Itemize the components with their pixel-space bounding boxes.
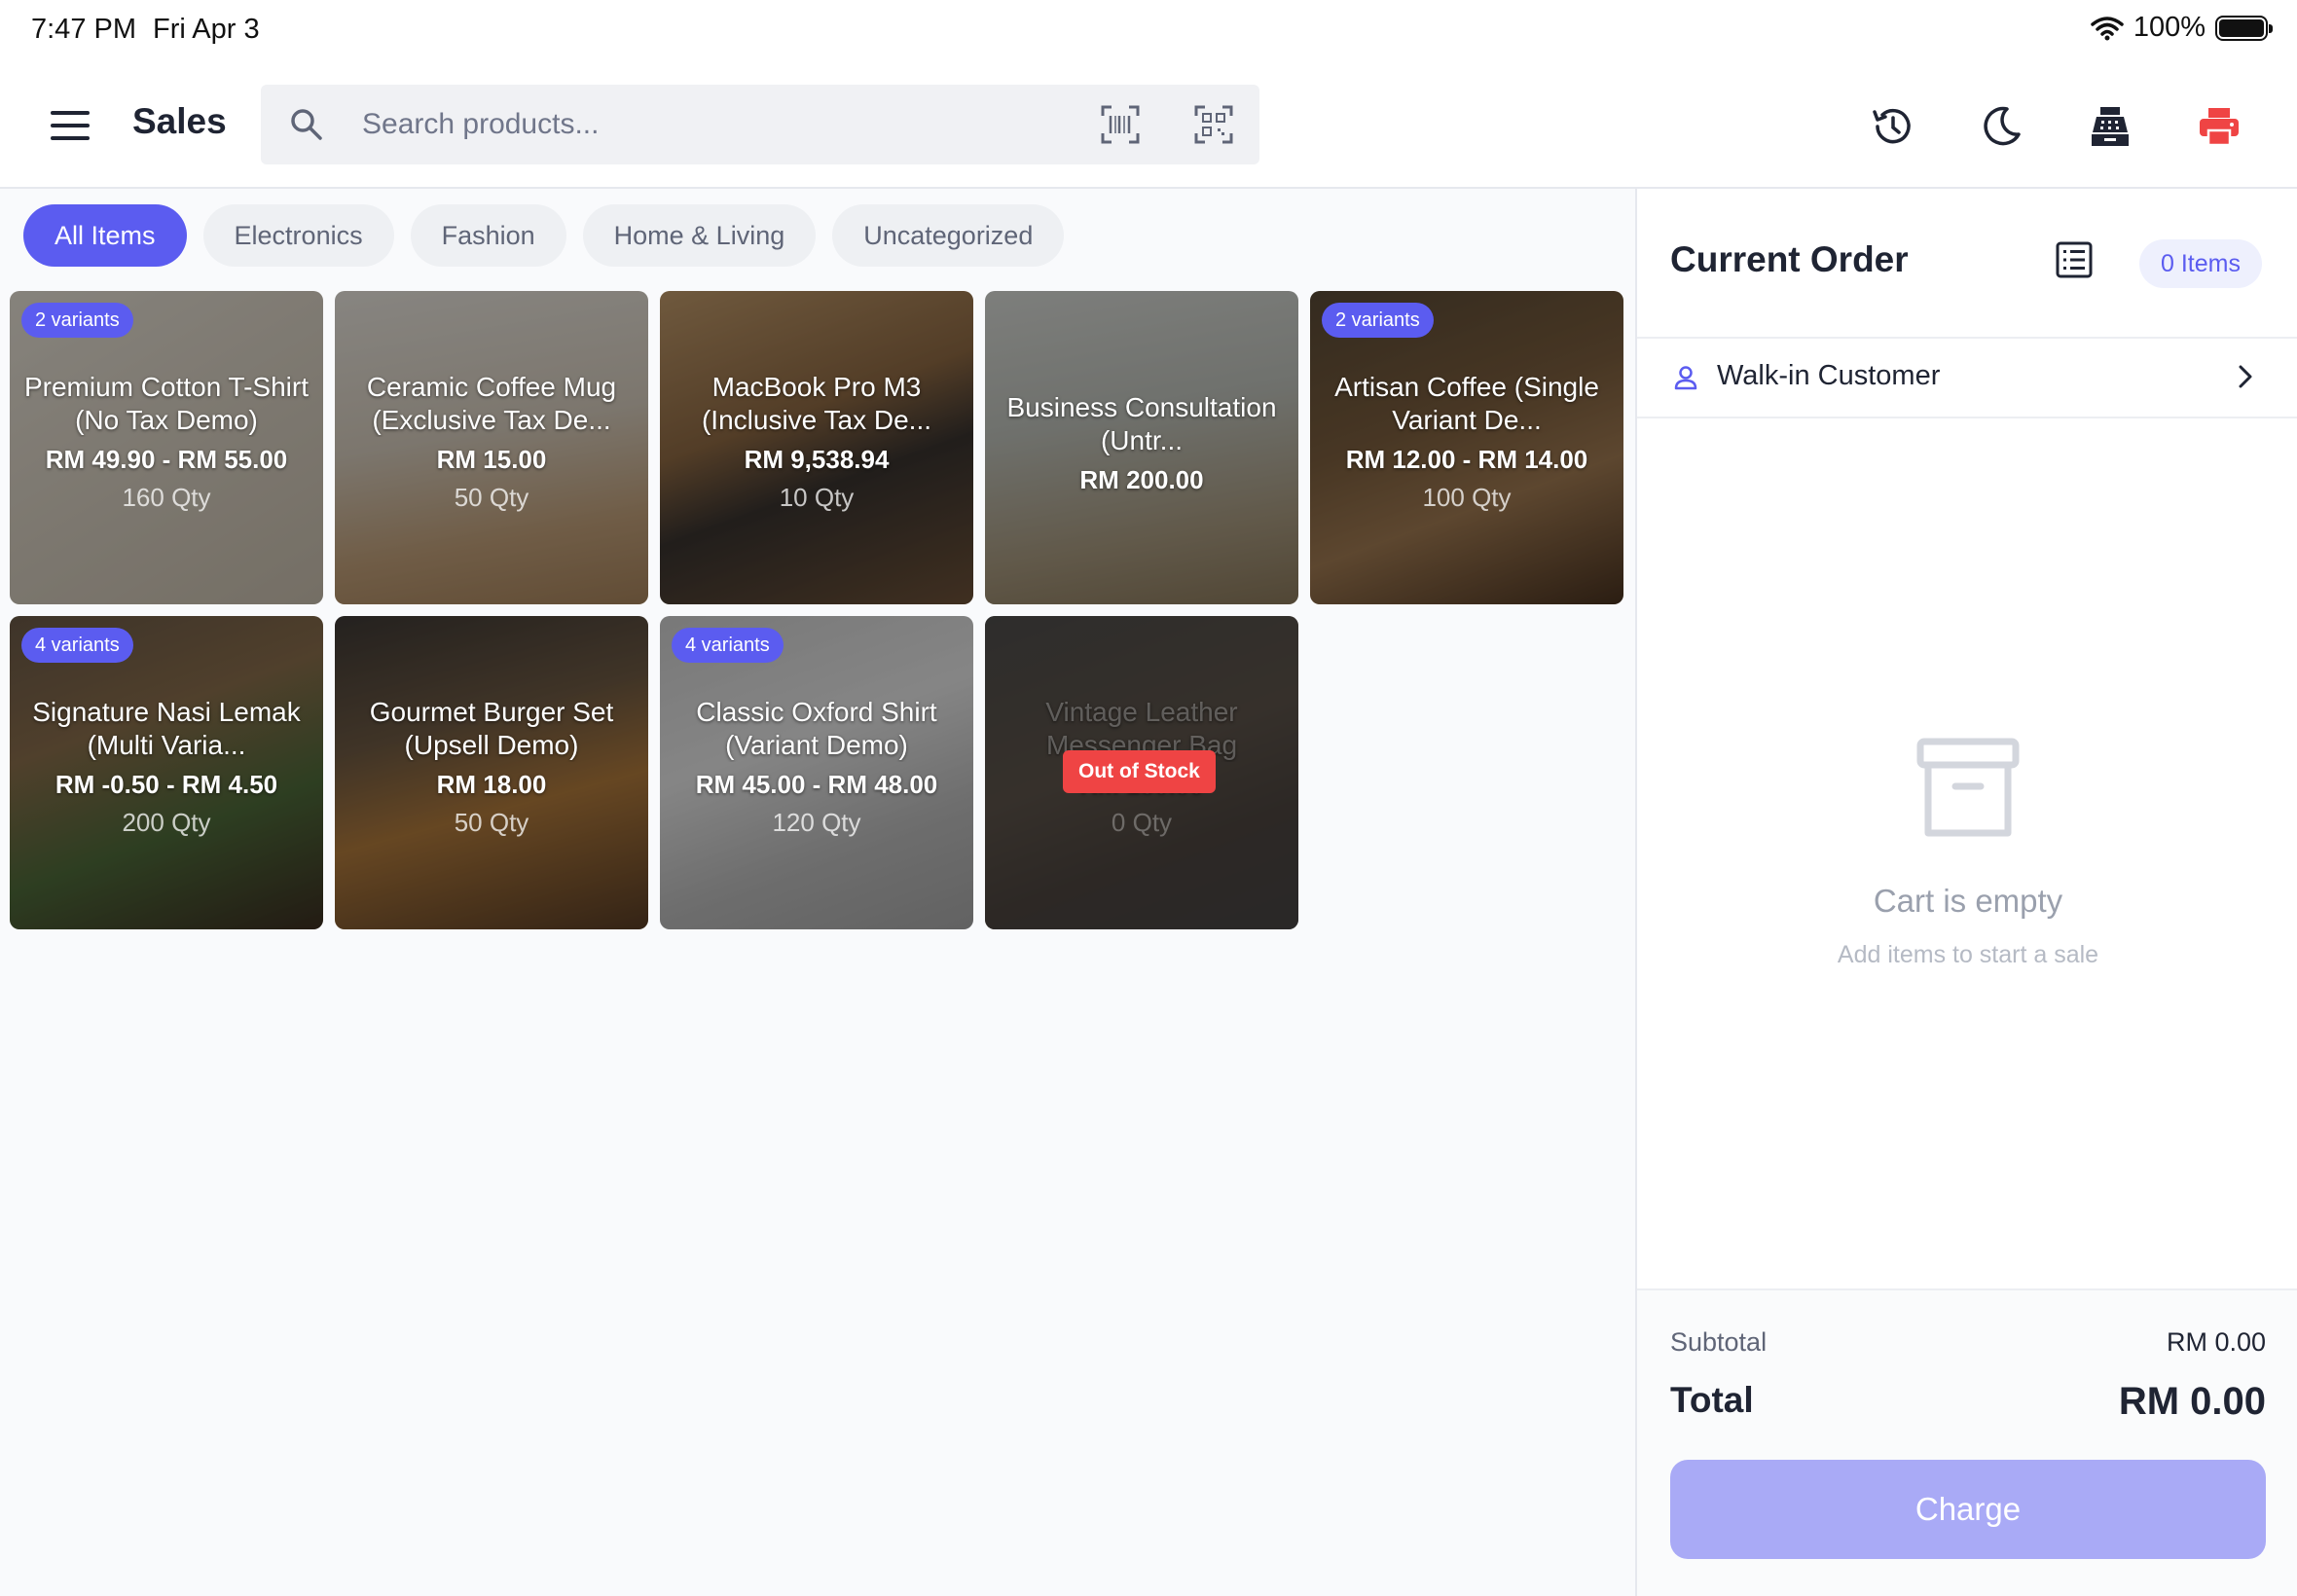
- battery-percent: 100%: [2133, 12, 2206, 43]
- chevron-right-icon: [2239, 365, 2252, 388]
- charge-button[interactable]: Charge: [1670, 1460, 2266, 1559]
- category-tabs: All Items Electronics Fashion Home & Liv…: [23, 204, 1065, 267]
- category-electronics[interactable]: Electronics: [202, 204, 394, 267]
- empty-cart-title: Cart is empty: [1873, 883, 2063, 919]
- battery-icon: [2215, 15, 2273, 41]
- dark-mode-icon[interactable]: [1978, 103, 2024, 150]
- order-pane: Current Order 0 Items Walk-in Customer C…: [1635, 189, 2297, 1596]
- product-name: Gourmet Burger Set (Upsell Demo): [369, 697, 614, 760]
- product-name: Signature Nasi Lemak (Multi Varia...: [32, 697, 301, 760]
- product-card-out-of-stock[interactable]: Out of Stock Vintage Leather Messenger B…: [985, 616, 1298, 929]
- product-name: Ceramic Coffee Mug (Exclusive Tax De...: [366, 372, 617, 435]
- items-count-badge: 0 Items: [2139, 239, 2262, 288]
- status-time: 7:47 PM: [31, 14, 136, 45]
- wifi-icon: [2091, 16, 2124, 40]
- qr-scan-icon[interactable]: [1193, 104, 1234, 145]
- history-icon[interactable]: [1869, 103, 1915, 150]
- category-fashion[interactable]: Fashion: [410, 204, 566, 267]
- product-grid: 2 variants Premium Cotton T-Shirt (No Ta…: [10, 291, 1623, 929]
- product-name: Artisan Coffee (Single Variant De...: [1334, 372, 1599, 435]
- product-qty: 50 Qty: [454, 808, 529, 837]
- barcode-scan-icon[interactable]: [1100, 104, 1141, 145]
- product-card[interactable]: 4 variants Signature Nasi Lemak (Multi V…: [10, 616, 323, 929]
- total-label: Total: [1670, 1380, 1754, 1420]
- status-date: Fri Apr 3: [153, 14, 260, 45]
- product-price: RM 49.90 - RM 55.00: [45, 445, 288, 474]
- menu-button[interactable]: [41, 105, 99, 146]
- product-card[interactable]: Gourmet Burger Set (Upsell Demo) RM 18.0…: [335, 616, 648, 929]
- product-card[interactable]: Business Consultation (Untr... RM 200.00: [985, 291, 1298, 604]
- order-summary: Subtotal RM 0.00 Total RM 0.00 Charge: [1637, 1288, 2297, 1596]
- product-card[interactable]: 2 variants Premium Cotton T-Shirt (No Ta…: [10, 291, 323, 604]
- category-home-living[interactable]: Home & Living: [582, 204, 817, 267]
- status-bar: 7:47 PM Fri Apr 3 100%: [0, 0, 2297, 62]
- product-card[interactable]: MacBook Pro M3 (Inclusive Tax De... RM 9…: [660, 291, 973, 604]
- customer-name: Walk-in Customer: [1717, 360, 1941, 391]
- product-qty: 100 Qty: [1422, 483, 1512, 512]
- archive-box-icon: [1916, 738, 2020, 837]
- printer-icon[interactable]: [2196, 103, 2242, 150]
- product-qty: 160 Qty: [122, 483, 211, 512]
- subtotal-label: Subtotal: [1670, 1327, 1768, 1357]
- product-qty: 200 Qty: [122, 808, 211, 837]
- product-name: Premium Cotton T-Shirt (No Tax Demo): [23, 372, 310, 435]
- product-price: RM 9,538.94: [744, 445, 890, 474]
- out-of-stock-badge: Out of Stock: [1063, 750, 1216, 793]
- order-list-icon[interactable]: [2054, 239, 2095, 280]
- product-name: Classic Oxford Shirt (Variant Demo): [696, 697, 937, 760]
- product-qty: 0 Qty: [1111, 808, 1173, 837]
- product-card[interactable]: Ceramic Coffee Mug (Exclusive Tax De... …: [335, 291, 648, 604]
- divider: [1637, 417, 2297, 418]
- product-qty: 120 Qty: [772, 808, 861, 837]
- customer-selector[interactable]: Walk-in Customer: [1637, 339, 2297, 417]
- product-card[interactable]: 4 variants Classic Oxford Shirt (Variant…: [660, 616, 973, 929]
- empty-cart: Cart is empty Add items to start a sale: [1637, 734, 2297, 969]
- product-qty: 50 Qty: [454, 483, 529, 512]
- total-value: RM 0.00: [2118, 1380, 2266, 1423]
- product-price: RM 15.00: [436, 445, 547, 474]
- product-price: RM 200.00: [1079, 465, 1204, 494]
- status-indicators: 100%: [2091, 12, 2273, 44]
- search-icon: [291, 109, 322, 140]
- app-header: Sales: [0, 62, 2297, 189]
- product-qty: 10 Qty: [779, 483, 855, 512]
- page-title: Sales: [132, 101, 227, 141]
- product-price: RM 18.00: [436, 770, 547, 799]
- subtotal-value: RM 0.00: [2166, 1327, 2266, 1357]
- product-price: RM 45.00 - RM 48.00: [695, 770, 938, 799]
- search-input[interactable]: [362, 85, 946, 164]
- empty-cart-subtitle: Add items to start a sale: [1837, 941, 2099, 968]
- person-icon: [1674, 366, 1697, 390]
- search-bar[interactable]: [261, 85, 1259, 164]
- category-all-items[interactable]: All Items: [23, 204, 187, 267]
- product-price: RM -0.50 - RM 4.50: [55, 770, 278, 799]
- category-uncategorized[interactable]: Uncategorized: [832, 204, 1065, 267]
- product-price: RM 12.00 - RM 14.00: [1345, 445, 1588, 474]
- products-pane: All Items Electronics Fashion Home & Liv…: [0, 189, 1635, 1596]
- product-name: Business Consultation (Untr...: [1006, 392, 1277, 455]
- product-card[interactable]: 2 variants Artisan Coffee (Single Varian…: [1310, 291, 1623, 604]
- cash-register-icon[interactable]: [2087, 103, 2133, 150]
- product-name: MacBook Pro M3 (Inclusive Tax De...: [701, 372, 932, 435]
- order-title: Current Order: [1670, 239, 1909, 279]
